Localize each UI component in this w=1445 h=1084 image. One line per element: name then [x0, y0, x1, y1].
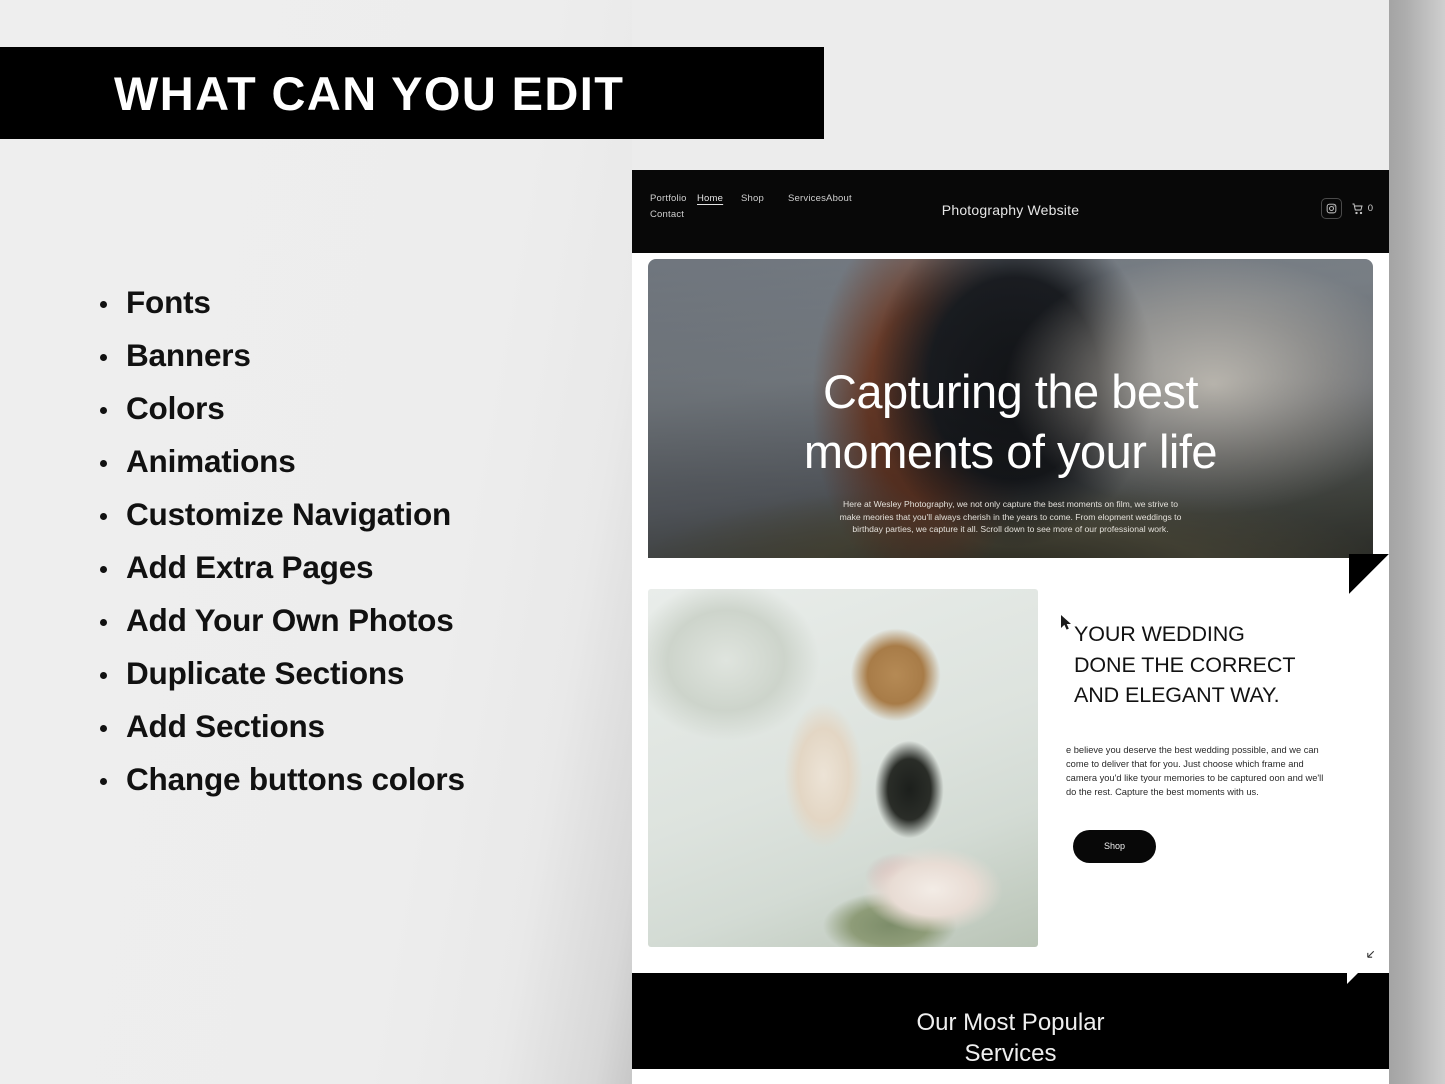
list-item: Add Your Own Photos: [98, 594, 618, 647]
services-heading: Our Most Popular Services: [632, 1007, 1389, 1069]
list-item: Add Extra Pages: [98, 541, 618, 594]
hero-heading-line-2: moments of your life: [803, 425, 1218, 479]
services-heading-line-1: Our Most Popular: [916, 1009, 1105, 1036]
feature-copy: YOUR WEDDING DONE THE CORRECT AND ELEGAN…: [1038, 589, 1373, 973]
hero-paragraph: Here at Wesley Photography, we not only …: [839, 499, 1182, 535]
feature-list: Fonts Banners Colors Animations Customiz…: [98, 276, 618, 806]
feature-heading: YOUR WEDDING DONE THE CORRECT AND ELEGAN…: [1074, 619, 1373, 711]
hero-heading: Capturing the best moments of your life: [803, 362, 1218, 482]
list-item: Banners: [98, 329, 618, 382]
list-item: Colors: [98, 382, 618, 435]
website-preview-frame[interactable]: Portfolio Home Shop Services About Conta…: [632, 170, 1389, 1084]
list-item: Change buttons colors: [98, 753, 618, 806]
site-header: Portfolio Home Shop Services About Conta…: [632, 170, 1389, 253]
feature-heading-line-3: AND ELEGANT WAY.: [1074, 683, 1280, 707]
instagram-icon[interactable]: [1320, 198, 1342, 219]
hero-heading-line-1: Capturing the best: [822, 365, 1199, 419]
services-heading-line-2: Services: [964, 1040, 1057, 1067]
frame-edge-shadow: [1389, 0, 1445, 1084]
page-title: WHAT CAN YOU EDIT: [114, 66, 625, 120]
title-banner: WHAT CAN YOU EDIT: [0, 47, 824, 139]
feature-section: YOUR WEDDING DONE THE CORRECT AND ELEGAN…: [632, 558, 1389, 973]
cart-icon: [1352, 203, 1363, 214]
site-brand-title: Photography Website: [941, 202, 1080, 218]
cart-button[interactable]: 0: [1352, 203, 1373, 215]
cart-count: 0: [1367, 203, 1373, 214]
list-item: Customize Navigation: [98, 488, 618, 541]
shop-button[interactable]: Shop: [1073, 829, 1156, 863]
header-actions: 0: [1320, 198, 1373, 219]
list-item: Fonts: [98, 276, 618, 329]
wedding-photo: [648, 589, 1038, 947]
hero-content: Capturing the best moments of your life …: [648, 259, 1373, 558]
services-section: Our Most Popular Services: [632, 973, 1389, 1069]
feature-heading-line-2: DONE THE CORRECT: [1074, 652, 1296, 677]
list-item: Duplicate Sections: [98, 647, 618, 700]
hero-section: Capturing the best moments of your life …: [648, 259, 1373, 558]
list-item: Add Sections: [98, 700, 618, 753]
feature-heading-line-1: YOUR WEDDING: [1074, 622, 1245, 646]
resize-arrow-icon[interactable]: [1364, 948, 1377, 966]
list-item: Animations: [98, 435, 618, 488]
feature-paragraph: e believe you deserve the best wedding p…: [1066, 744, 1324, 798]
